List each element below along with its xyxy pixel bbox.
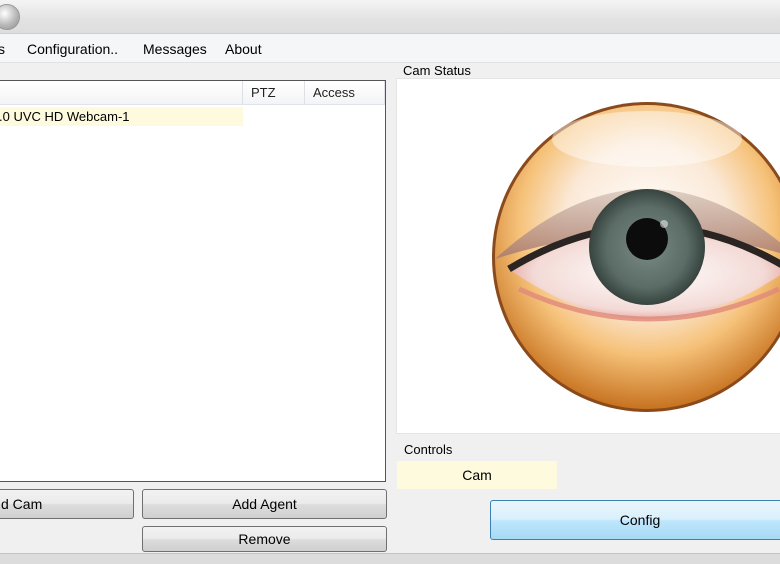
cam-status-panel [396,78,780,434]
eye-icon [492,102,780,412]
window-bottom-border [0,553,780,564]
controls-cam-item[interactable]: Cam [397,461,557,489]
menu-item-configuration[interactable]: Configuration.. [27,41,118,57]
menu-bar: s Configuration.. Messages About [0,34,780,63]
controls-label: Controls [404,442,453,457]
config-button-label: Config [619,512,661,528]
cam-status-label: Cam Status [401,63,473,78]
add-agent-button[interactable]: Add Agent [142,489,387,519]
column-header-name[interactable] [0,81,243,104]
cameras-list[interactable]: PTZ Access .0 UVC HD Webcam-1 [0,80,386,482]
title-bar [0,0,780,34]
menu-item-about[interactable]: About [225,41,262,57]
add-agent-button-label: Add Agent [232,496,297,512]
remove-button[interactable]: Remove [142,526,387,552]
list-item[interactable]: .0 UVC HD Webcam-1 [0,107,243,126]
list-header: PTZ Access [0,81,385,105]
menu-item-partial[interactable]: s [0,41,5,57]
add-cam-button[interactable]: d Cam [0,489,134,519]
column-header-ptz[interactable]: PTZ [243,81,305,104]
remove-button-label: Remove [238,531,291,547]
add-cam-button-label: d Cam [1,496,43,512]
menu-item-messages[interactable]: Messages [143,41,207,57]
column-header-access[interactable]: Access [305,81,385,104]
config-button[interactable]: Config [490,500,780,540]
app-icon [0,4,20,30]
